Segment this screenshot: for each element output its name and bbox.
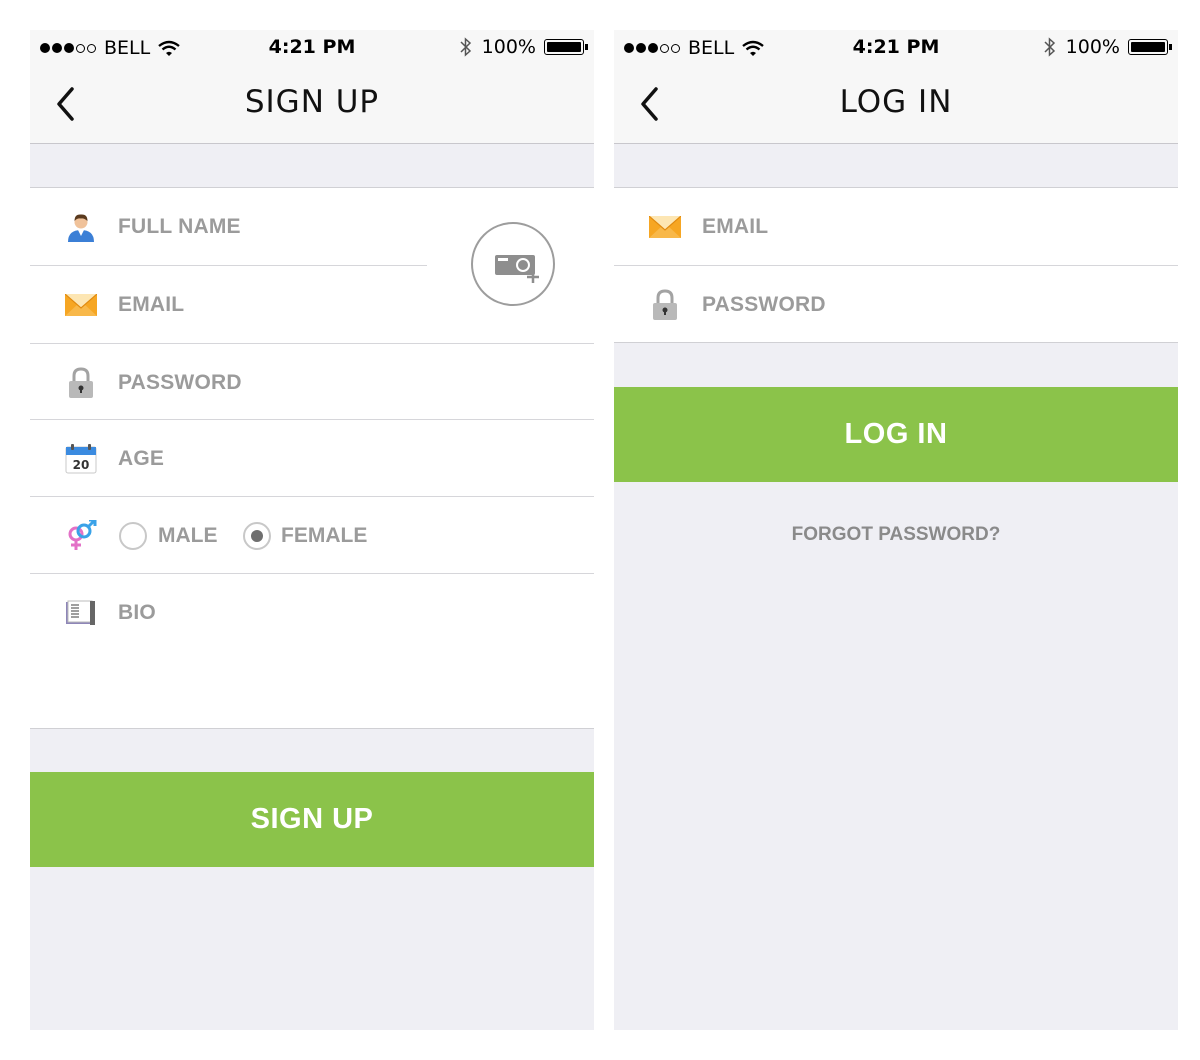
login-screen: BELL 4:21 PM 100% LOG IN EMAIL PASSWORD … [614,30,1178,1030]
nav-bar: SIGN UP [30,66,594,144]
full-name-field[interactable]: FULL NAME [30,188,430,265]
battery-icon [544,39,588,55]
lock-icon [64,366,98,400]
bluetooth-icon [1044,37,1055,57]
lock-icon [648,288,682,322]
gender-icon [64,519,98,553]
age-field[interactable]: 20 AGE [30,420,594,497]
full-name-placeholder: FULL NAME [118,214,241,238]
male-label[interactable]: MALE [158,524,218,548]
book-icon [64,596,98,630]
password-placeholder: PASSWORD [118,370,242,394]
signup-button[interactable]: SIGN UP [30,772,594,867]
login-form: EMAIL PASSWORD [614,187,1178,343]
forgot-password-link[interactable]: FORGOT PASSWORD? [614,524,1178,546]
male-radio[interactable] [119,522,147,550]
signup-form: FULL NAME EMAIL PASSWORD 20 AGE MALE FEM… [30,187,594,729]
page-title: SIGN UP [244,84,380,120]
battery-percent: 100% [1065,36,1120,58]
add-photo-button[interactable] [471,222,555,306]
bio-placeholder: BIO [118,601,156,624]
battery-icon [1128,39,1172,55]
email-field[interactable]: EMAIL [614,188,1178,265]
login-button[interactable]: LOG IN [614,387,1178,482]
email-placeholder: EMAIL [118,292,185,316]
password-placeholder: PASSWORD [702,292,826,316]
camera-add-icon [495,255,539,283]
calendar-icon: 20 [64,442,98,476]
age-placeholder: AGE [118,446,165,470]
female-label[interactable]: FEMALE [281,524,367,548]
nav-bar: LOG IN [614,66,1178,144]
battery-percent: 100% [481,36,536,58]
email-field[interactable]: EMAIL [30,266,430,343]
bio-field[interactable]: BIO [30,574,594,728]
signup-screen: BELL 4:21 PM 100% SIGN UP FULL NAME EMAI… [30,30,594,1030]
female-radio[interactable] [243,522,271,550]
status-bar: BELL 4:21 PM 100% [30,30,594,66]
calendar-day: 20 [73,458,90,472]
bluetooth-icon [460,37,471,57]
status-bar: BELL 4:21 PM 100% [614,30,1178,66]
password-field[interactable]: PASSWORD [614,266,1178,343]
envelope-icon [64,288,98,322]
password-field[interactable]: PASSWORD [30,344,594,421]
envelope-icon [648,210,682,244]
user-icon [64,210,98,244]
gender-row: MALE FEMALE [30,497,594,574]
page-title: LOG IN [839,84,953,120]
email-placeholder: EMAIL [702,214,769,238]
